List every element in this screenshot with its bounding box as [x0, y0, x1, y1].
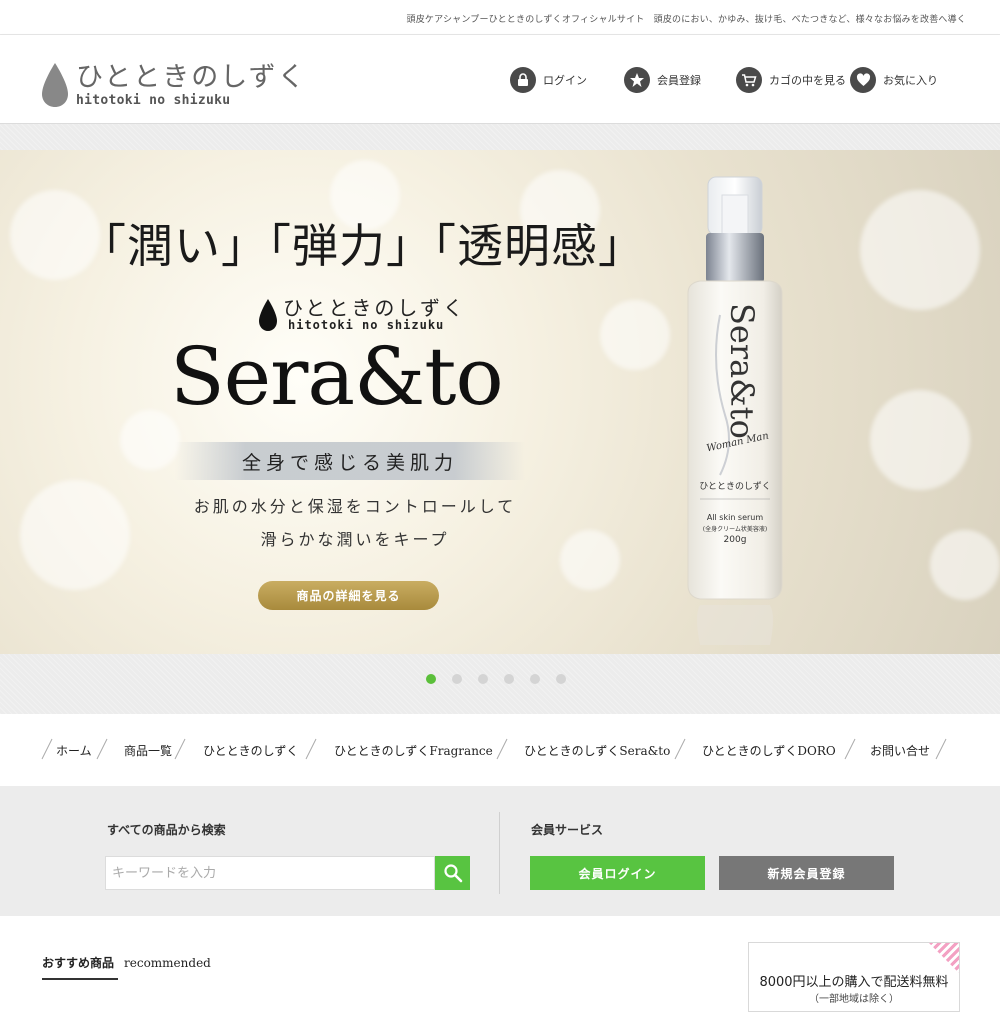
- header-cart-link[interactable]: カゴの中を見る: [736, 65, 846, 95]
- nav-separator-icon: [844, 738, 856, 760]
- header-favorites-link[interactable]: お気に入り: [850, 65, 938, 95]
- hero-brand-jp: ひとときのしずく: [283, 296, 466, 320]
- nav-separator-icon: [935, 738, 947, 760]
- bokeh-light: [600, 300, 670, 370]
- free-shipping-text: 8000円以上の購入で配送料無料: [759, 975, 949, 990]
- member-login-button[interactable]: 会員ログイン: [530, 856, 705, 890]
- nav-separator-icon: [305, 738, 317, 760]
- hero-ribbon: 全身で感じる美肌力: [175, 442, 525, 480]
- new-member-register-button[interactable]: 新規会員登録: [719, 856, 894, 890]
- nav-item-serato[interactable]: ひとときのしずくSera&to: [524, 742, 670, 759]
- cart-icon: [736, 67, 762, 93]
- slider-dot[interactable]: [504, 674, 514, 684]
- header-favorites-label: お気に入り: [883, 74, 938, 87]
- slider-dot[interactable]: [530, 674, 540, 684]
- search-button[interactable]: [435, 856, 470, 890]
- nav-item-shizuku[interactable]: ひとときのしずく: [203, 742, 298, 759]
- hero-description: お肌の水分と保湿をコントロールして 滑らかな潤いをキープ: [185, 490, 525, 556]
- nav-separator-icon: [174, 738, 186, 760]
- site-tagline: 頭皮ケアシャンプーひとときのしずくオフィシャルサイト 頭皮のにおい、かゆみ、抜け…: [406, 15, 966, 25]
- hero-description-line: お肌の水分と保湿をコントロールして: [193, 497, 517, 516]
- hero-product-name: Sera&to: [170, 330, 504, 423]
- bottle-label-line: 200g: [723, 535, 747, 545]
- nav-separator-icon: [496, 738, 508, 760]
- recommended-heading: おすすめ商品 recommended: [42, 954, 211, 971]
- hero-description-line: 滑らかな潤いをキープ: [260, 530, 450, 549]
- free-shipping-banner[interactable]: 8000円以上の購入で配送料無料 （一部地域は除く）: [748, 942, 960, 1012]
- bottle-label-line: All skin serum: [706, 513, 764, 522]
- bokeh-light: [860, 190, 980, 310]
- slider-dot[interactable]: [452, 674, 462, 684]
- free-shipping-note: （一部地域は除く）: [809, 994, 899, 1005]
- bottle-brand: ひとときのしずく: [699, 482, 771, 492]
- recommended-heading-jp: おすすめ商品: [42, 956, 115, 970]
- header-register-label: 会員登録: [657, 74, 701, 87]
- header-login-link[interactable]: ログイン: [510, 65, 587, 95]
- search-icon: [443, 864, 462, 883]
- header-cart-label: カゴの中を見る: [769, 74, 846, 87]
- logo-text-jp: ひとときのしずく: [76, 62, 307, 93]
- nav-item-products[interactable]: 商品一覧: [124, 742, 172, 759]
- search-member-band: [0, 786, 1000, 916]
- nav-item-home[interactable]: ホーム: [56, 742, 92, 759]
- product-bottle-image: Sera&to Woman Man ひとときのしずく All skin seru…: [680, 175, 790, 655]
- star-icon: [624, 67, 650, 93]
- search-heading: すべての商品から検索: [107, 823, 226, 837]
- site-logo[interactable]: ひとときのしずく hitotoki no shizuku: [40, 55, 305, 115]
- member-service-heading: 会員サービス: [531, 823, 604, 837]
- drop-icon: [259, 299, 277, 331]
- nav-separator-icon: [96, 738, 108, 760]
- bokeh-light: [930, 530, 1000, 600]
- global-nav: ホーム 商品一覧 ひとときのしずく ひとときのしずくFragrance ひととき…: [0, 714, 1000, 787]
- header-login-label: ログイン: [543, 74, 587, 87]
- ribbon-corner-icon: [929, 943, 959, 973]
- product-detail-button[interactable]: 商品の詳細を見る: [258, 581, 439, 610]
- site-tagline-bar: 頭皮ケアシャンプーひとときのしずくオフィシャルサイト 頭皮のにおい、かゆみ、抜け…: [0, 0, 1000, 35]
- lock-icon: [510, 67, 536, 93]
- bokeh-light: [560, 530, 620, 590]
- heading-underline: [42, 978, 118, 980]
- slider-pagination: [426, 674, 566, 684]
- header: ひとときのしずく hitotoki no shizuku ログイン 会員登録 カ…: [0, 35, 1000, 124]
- drop-icon: [42, 63, 68, 107]
- recommended-heading-en: recommended: [124, 956, 211, 970]
- bottle-logo: Sera&to: [723, 303, 761, 439]
- slider-dot[interactable]: [426, 674, 436, 684]
- nav-item-doro[interactable]: ひとときのしずくDORO: [702, 742, 836, 759]
- divider: [499, 812, 500, 894]
- nav-item-fragrance[interactable]: ひとときのしずくFragrance: [334, 742, 493, 759]
- heart-icon: [850, 67, 876, 93]
- slider-dot[interactable]: [556, 674, 566, 684]
- nav-item-contact[interactable]: お問い合せ: [870, 742, 930, 759]
- search-input[interactable]: [105, 856, 435, 890]
- nav-separator-icon: [41, 738, 53, 760]
- hero-headline: 「潤い」「弾力」「透明感」: [80, 219, 645, 273]
- bokeh-light: [20, 480, 130, 590]
- nav-separator-icon: [674, 738, 686, 760]
- hero-ribbon-text: 全身で感じる美肌力: [241, 451, 458, 474]
- bokeh-light: [870, 390, 970, 490]
- logo-text-en: hitotoki no shizuku: [76, 93, 231, 108]
- header-register-link[interactable]: 会員登録: [624, 65, 701, 95]
- slider-dot[interactable]: [478, 674, 488, 684]
- bottle-label-line: (全身クリーム状美容液): [702, 526, 768, 533]
